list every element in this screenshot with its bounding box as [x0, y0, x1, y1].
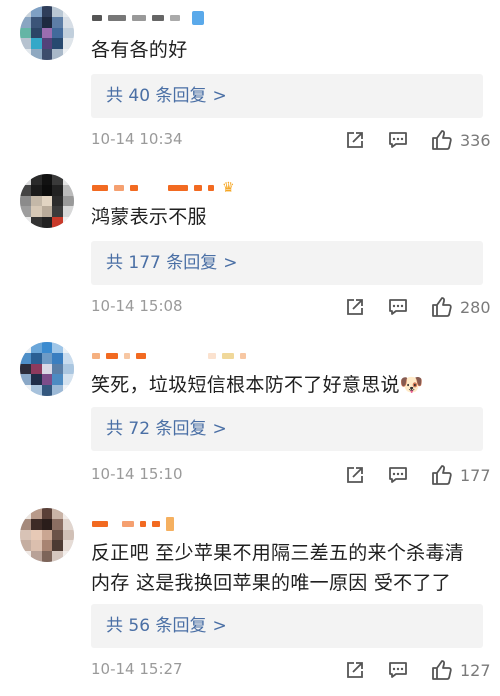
like-button[interactable]: 280 [430, 294, 491, 320]
share-icon[interactable] [344, 657, 366, 683]
chevron-right-icon: > [212, 616, 227, 636]
timestamp: 10-14 15:10 [91, 465, 183, 483]
like-button[interactable]: 177 [430, 462, 491, 488]
timestamp: 10-14 15:27 [91, 660, 183, 678]
comment-meta: 10-14 15:27 127 [91, 657, 491, 683]
chevron-right-icon: > [223, 253, 238, 273]
replies-label: 共 40 条回复 [106, 86, 207, 106]
avatar[interactable] [20, 342, 74, 396]
username[interactable] [92, 348, 246, 364]
comment-meta: 10-14 15:08 280 [91, 294, 491, 320]
comment-icon[interactable] [387, 657, 409, 683]
vip-icon [192, 11, 204, 25]
like-count: 280 [460, 297, 491, 317]
like-button[interactable]: 127 [430, 657, 491, 683]
replies-link[interactable]: 共 40 条回复 > [91, 74, 483, 118]
replies-link[interactable]: 共 177 条回复 > [91, 241, 483, 285]
like-button[interactable]: 336 [430, 127, 491, 153]
avatar[interactable] [20, 6, 74, 60]
comment-icon[interactable] [387, 294, 409, 320]
comment-text: 各有各的好 [91, 39, 188, 61]
replies-label: 共 56 条回复 [106, 616, 207, 636]
like-icon [432, 297, 452, 317]
comment-icon[interactable] [387, 462, 409, 488]
crown-icon: ♛ [222, 180, 235, 196]
replies-link[interactable]: 共 72 条回复 > [91, 407, 483, 451]
like-count: 127 [460, 660, 491, 680]
comment-meta: 10-14 15:10 177 [91, 462, 491, 488]
username[interactable] [92, 516, 174, 532]
username[interactable]: ♛ [92, 180, 235, 196]
avatar[interactable] [20, 508, 74, 562]
share-icon[interactable] [344, 462, 366, 488]
chevron-right-icon: > [212, 419, 227, 439]
like-count: 336 [460, 130, 491, 150]
comment-text: 笑死，垃圾短信根本防不了好意思说🐶 [91, 374, 424, 396]
like-icon [432, 130, 452, 150]
replies-label: 共 72 条回复 [106, 419, 207, 439]
comment-meta: 10-14 10:34 336 [91, 127, 491, 153]
share-icon[interactable] [344, 127, 366, 153]
comment-icon[interactable] [387, 127, 409, 153]
like-icon [432, 660, 452, 680]
timestamp: 10-14 10:34 [91, 130, 183, 148]
comment-text: 反正吧 至少苹果不用隔三差五的来个杀毒清内存 这是我换回苹果的唯一原因 受不了了 [91, 542, 465, 594]
share-icon[interactable] [344, 294, 366, 320]
chevron-right-icon: > [212, 86, 227, 106]
comment-text: 鸿蒙表示不服 [91, 206, 207, 228]
like-count: 177 [460, 465, 491, 485]
username[interactable] [92, 10, 204, 26]
replies-link[interactable]: 共 56 条回复 > [91, 604, 483, 648]
avatar[interactable] [20, 174, 74, 228]
like-icon [432, 465, 452, 485]
timestamp: 10-14 15:08 [91, 297, 183, 315]
replies-label: 共 177 条回复 [106, 253, 218, 273]
